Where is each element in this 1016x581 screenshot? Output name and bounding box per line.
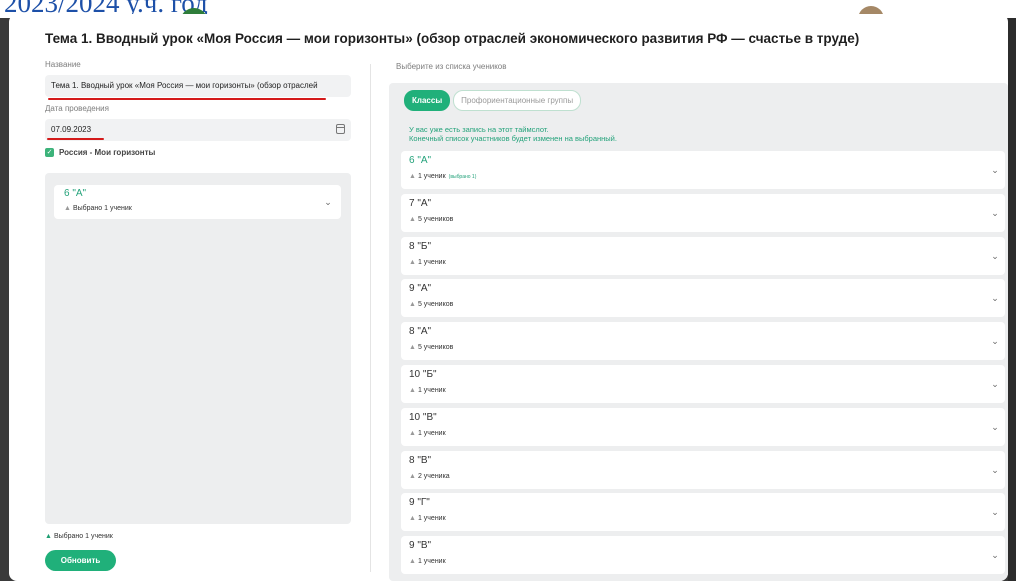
chevron-down-icon[interactable]: ⌄ — [991, 465, 999, 474]
name-field-value: Тема 1. Вводный урок «Моя Россия — мои г… — [51, 81, 318, 90]
class-name: 9 "Г" — [409, 497, 430, 509]
person-icon: ▲ — [409, 173, 416, 180]
class-student-count: ▲ 5 учеников — [409, 344, 453, 351]
edit-event-modal: Тема 1. Вводный урок «Моя Россия — мои г… — [9, 14, 1008, 581]
tab-bar: Классы Профориентационные группы — [404, 90, 582, 111]
class-name: 8 "В" — [409, 454, 432, 466]
class-student-count: ▲ 2 ученика — [409, 473, 450, 480]
selected-badge: (выбрано 1) — [448, 174, 477, 180]
student-count-text: 5 учеников — [417, 344, 454, 352]
class-name: 7 "А" — [409, 197, 432, 209]
program-checkbox-row[interactable]: ✓ Россия - Мои горизонты — [45, 148, 155, 157]
chevron-down-icon[interactable]: ⌄ — [991, 166, 999, 175]
person-icon: ▲ — [409, 386, 416, 394]
selected-classes-panel: 6 "А" ▲ Выбрано 1 ученик ⌄ — [45, 173, 351, 524]
class-item[interactable]: 10 "Б" ▲ 1 ученик ⌄ — [401, 364, 1005, 403]
person-icon: ▲ — [45, 533, 52, 540]
chevron-down-icon[interactable]: ⌄ — [991, 337, 999, 346]
date-field-value: 07.09.2023 — [51, 125, 92, 134]
column-divider — [370, 64, 371, 572]
chevron-down-icon[interactable]: ⌄ — [991, 294, 999, 303]
tab-career-groups[interactable]: Профориентационные группы — [453, 90, 582, 111]
chevron-down-icon[interactable]: ⌄ — [324, 198, 332, 207]
class-student-count: ▲ 1 ученик — [409, 515, 446, 522]
class-item[interactable]: 6 "А" ▲ 1 ученик (выбрано 1) ⌄ — [401, 151, 1005, 189]
chevron-down-icon[interactable]: ⌄ — [991, 251, 999, 260]
red-underline-annotation — [48, 98, 326, 100]
class-student-count: ▲ 5 учеников — [409, 216, 453, 223]
person-icon: ▲ — [409, 344, 416, 352]
selected-class-count: ▲ Выбрано 1 ученик — [64, 205, 132, 212]
footer-selected-count: ▲ Выбрано 1 ученик — [45, 533, 113, 540]
class-item[interactable]: 9 "Г" ▲ 1 ученик ⌄ — [401, 493, 1005, 532]
chevron-down-icon[interactable]: ⌄ — [991, 422, 999, 431]
red-underline-annotation — [47, 138, 104, 140]
class-student-count: ▲ 1 ученик (выбрано 1) — [409, 173, 476, 180]
student-count-text: 1 ученик — [417, 386, 446, 394]
update-button[interactable]: Обновить — [45, 550, 116, 571]
person-icon: ▲ — [409, 558, 416, 566]
class-item[interactable]: 10 "В" ▲ 1 ученик ⌄ — [401, 407, 1005, 446]
class-item[interactable]: 7 "А" ▲ 5 учеников ⌄ — [401, 193, 1005, 232]
student-count-text: 5 учеников — [417, 215, 454, 223]
modal-title: Тема 1. Вводный урок «Моя Россия — мои г… — [45, 31, 860, 46]
class-student-count: ▲ 1 ученик — [409, 430, 446, 437]
class-item[interactable]: 9 "В" ▲ 1 ученик ⌄ — [401, 536, 1005, 575]
class-name: 9 "В" — [409, 540, 432, 552]
person-icon: ▲ — [409, 301, 416, 309]
person-icon: ▲ — [409, 429, 416, 437]
students-panel: Классы Профориентационные группы У вас у… — [389, 83, 1008, 581]
selected-count-text: Выбрано 1 ученик — [72, 205, 132, 212]
chevron-down-icon[interactable]: ⌄ — [991, 379, 999, 388]
class-item[interactable]: 8 "В" ▲ 2 ученика ⌄ — [401, 450, 1005, 489]
class-item[interactable]: 9 "А" ▲ 5 учеников ⌄ — [401, 279, 1005, 318]
student-count-text: 1 ученик — [417, 515, 446, 523]
class-name: 6 "А" — [409, 155, 432, 166]
class-name: 10 "В" — [409, 411, 437, 423]
student-count-text: 1 ученик — [417, 258, 446, 266]
class-student-count: ▲ 1 ученик — [409, 387, 446, 394]
student-count-text: 1 ученик — [417, 173, 446, 180]
notice-line-2: Конечный список участников будет изменен… — [409, 134, 617, 143]
class-student-count: ▲ 1 ученик — [409, 259, 446, 266]
class-name: 9 "А" — [409, 283, 432, 295]
name-label: Название — [45, 60, 81, 69]
chevron-down-icon[interactable]: ⌄ — [991, 551, 999, 560]
footer-selected-text: Выбрано 1 ученик — [53, 533, 113, 540]
tab-classes[interactable]: Классы — [404, 90, 451, 111]
calendar-icon[interactable] — [336, 124, 345, 134]
person-icon: ▲ — [64, 205, 71, 212]
chevron-down-icon[interactable]: ⌄ — [991, 508, 999, 517]
class-name: 8 "А" — [409, 326, 432, 338]
date-label: Дата проведения — [45, 104, 109, 113]
chevron-down-icon[interactable]: ⌄ — [991, 208, 999, 217]
person-icon: ▲ — [409, 472, 416, 480]
class-name: 10 "Б" — [409, 368, 437, 380]
notice-line-1: У вас уже есть запись на этот таймслот. — [409, 125, 549, 134]
existing-booking-notice: У вас уже есть запись на этот таймслот. … — [409, 125, 617, 143]
checkbox-checked-icon[interactable]: ✓ — [45, 148, 54, 157]
selected-class-name: 6 "А" — [64, 188, 87, 199]
person-icon: ▲ — [409, 215, 416, 223]
program-checkbox-label: Россия - Мои горизонты — [59, 148, 156, 157]
person-icon: ▲ — [409, 258, 416, 266]
background-dark-strip — [1008, 18, 1016, 581]
student-count-text: 2 ученика — [417, 472, 450, 480]
name-field[interactable]: Тема 1. Вводный урок «Моя Россия — мои г… — [45, 75, 351, 97]
class-student-count: ▲ 5 учеников — [409, 301, 453, 308]
student-count-text: 1 ученик — [417, 558, 446, 566]
class-item[interactable]: 8 "Б" ▲ 1 ученик ⌄ — [401, 236, 1005, 275]
person-icon: ▲ — [409, 515, 416, 523]
class-item[interactable]: 8 "А" ▲ 5 учеников ⌄ — [401, 322, 1005, 361]
class-list: 6 "А" ▲ 1 ученик (выбрано 1) ⌄ 7 "А" ▲ 5 уч… — [401, 151, 1005, 579]
student-count-text: 1 ученик — [417, 429, 446, 437]
class-name: 8 "Б" — [409, 240, 432, 252]
class-student-count: ▲ 1 ученик — [409, 558, 446, 565]
student-count-text: 5 учеников — [417, 301, 454, 309]
selected-class-card[interactable]: 6 "А" ▲ Выбрано 1 ученик ⌄ — [54, 185, 341, 219]
students-list-label: Выберите из списка учеников — [396, 62, 507, 71]
